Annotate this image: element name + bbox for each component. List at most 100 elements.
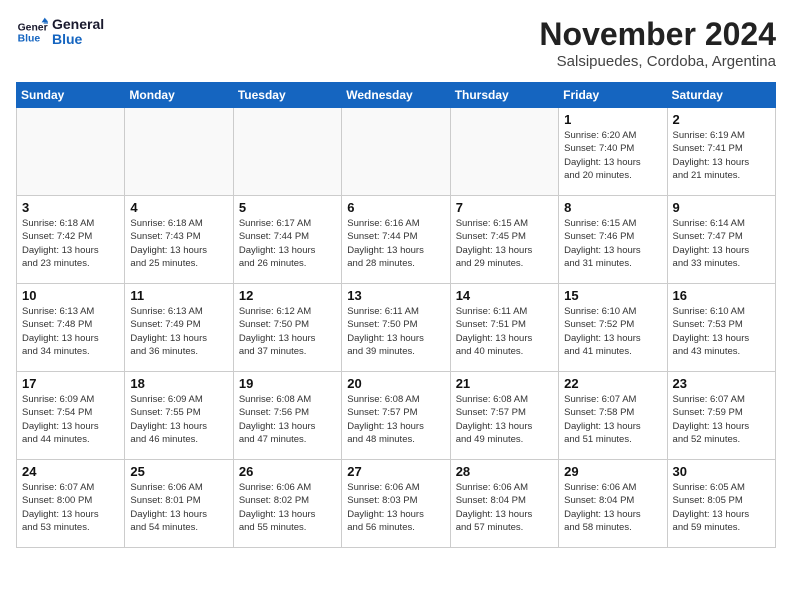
calendar-cell [17, 108, 125, 196]
day-info: Sunrise: 6:19 AM Sunset: 7:41 PM Dayligh… [673, 129, 770, 182]
day-info: Sunrise: 6:08 AM Sunset: 7:57 PM Dayligh… [456, 393, 553, 446]
day-number: 4 [130, 200, 227, 215]
logo-icon: General Blue [16, 16, 48, 48]
col-header-friday: Friday [559, 83, 667, 108]
day-info: Sunrise: 6:10 AM Sunset: 7:53 PM Dayligh… [673, 305, 770, 358]
calendar-cell: 30 Sunrise: 6:05 AM Sunset: 8:05 PM Dayli… [667, 460, 775, 548]
day-info: Sunrise: 6:18 AM Sunset: 7:42 PM Dayligh… [22, 217, 119, 270]
logo-line2: Blue [52, 32, 104, 47]
col-header-monday: Monday [125, 83, 233, 108]
calendar-cell: 7 Sunrise: 6:15 AM Sunset: 7:45 PM Daylig… [450, 196, 558, 284]
calendar-cell: 5 Sunrise: 6:17 AM Sunset: 7:44 PM Daylig… [233, 196, 341, 284]
day-number: 15 [564, 288, 661, 303]
calendar-cell: 1Sunrise: 6:20 AM Sunset: 7:40 PM Daylig… [559, 108, 667, 196]
day-number: 21 [456, 376, 553, 391]
calendar-cell [450, 108, 558, 196]
day-info: Sunrise: 6:07 AM Sunset: 7:58 PM Dayligh… [564, 393, 661, 446]
calendar-cell: 10 Sunrise: 6:13 AM Sunset: 7:48 PM Dayli… [17, 284, 125, 372]
day-number: 2 [673, 112, 770, 127]
day-info: Sunrise: 6:07 AM Sunset: 7:59 PM Dayligh… [673, 393, 770, 446]
calendar-cell: 12Sunrise: 6:12 AM Sunset: 7:50 PM Dayli… [233, 284, 341, 372]
day-number: 24 [22, 464, 119, 479]
day-info: Sunrise: 6:09 AM Sunset: 7:55 PM Dayligh… [130, 393, 227, 446]
calendar-cell: 26 Sunrise: 6:06 AM Sunset: 8:02 PM Dayli… [233, 460, 341, 548]
day-number: 26 [239, 464, 336, 479]
calendar-cell: 28 Sunrise: 6:06 AM Sunset: 8:04 PM Dayli… [450, 460, 558, 548]
calendar-cell: 20Sunrise: 6:08 AM Sunset: 7:57 PM Dayli… [342, 372, 450, 460]
calendar-cell: 27Sunrise: 6:06 AM Sunset: 8:03 PM Dayli… [342, 460, 450, 548]
day-info: Sunrise: 6:06 AM Sunset: 8:02 PM Dayligh… [239, 481, 336, 534]
calendar-cell: 4 Sunrise: 6:18 AM Sunset: 7:43 PM Daylig… [125, 196, 233, 284]
day-info: Sunrise: 6:07 AM Sunset: 8:00 PM Dayligh… [22, 481, 119, 534]
calendar-cell: 16Sunrise: 6:10 AM Sunset: 7:53 PM Dayli… [667, 284, 775, 372]
day-number: 18 [130, 376, 227, 391]
col-header-saturday: Saturday [667, 83, 775, 108]
col-header-wednesday: Wednesday [342, 83, 450, 108]
calendar-cell: 25 Sunrise: 6:06 AM Sunset: 8:01 PM Dayli… [125, 460, 233, 548]
day-number: 10 [22, 288, 119, 303]
day-info: Sunrise: 6:08 AM Sunset: 7:56 PM Dayligh… [239, 393, 336, 446]
day-number: 13 [347, 288, 444, 303]
calendar-week-4: 17 Sunrise: 6:09 AM Sunset: 7:54 PM Dayli… [17, 372, 776, 460]
day-number: 9 [673, 200, 770, 215]
day-info: Sunrise: 6:06 AM Sunset: 8:03 PM Dayligh… [347, 481, 444, 534]
day-info: Sunrise: 6:18 AM Sunset: 7:43 PM Dayligh… [130, 217, 227, 270]
calendar-cell: 13 Sunrise: 6:11 AM Sunset: 7:50 PM Dayli… [342, 284, 450, 372]
calendar-cell: 23 Sunrise: 6:07 AM Sunset: 7:59 PM Dayli… [667, 372, 775, 460]
col-header-tuesday: Tuesday [233, 83, 341, 108]
day-number: 17 [22, 376, 119, 391]
location-subtitle: Salsipuedes, Cordoba, Argentina [539, 53, 776, 70]
calendar-cell: 6Sunrise: 6:16 AM Sunset: 7:44 PM Daylig… [342, 196, 450, 284]
col-header-sunday: Sunday [17, 83, 125, 108]
day-info: Sunrise: 6:06 AM Sunset: 8:01 PM Dayligh… [130, 481, 227, 534]
calendar-week-2: 3 Sunrise: 6:18 AM Sunset: 7:42 PM Daylig… [17, 196, 776, 284]
day-number: 3 [22, 200, 119, 215]
day-number: 1 [564, 112, 661, 127]
calendar-header-row: SundayMondayTuesdayWednesdayThursdayFrid… [17, 83, 776, 108]
day-info: Sunrise: 6:15 AM Sunset: 7:45 PM Dayligh… [456, 217, 553, 270]
day-number: 20 [347, 376, 444, 391]
day-info: Sunrise: 6:10 AM Sunset: 7:52 PM Dayligh… [564, 305, 661, 358]
day-info: Sunrise: 6:09 AM Sunset: 7:54 PM Dayligh… [22, 393, 119, 446]
calendar-cell: 18 Sunrise: 6:09 AM Sunset: 7:55 PM Dayli… [125, 372, 233, 460]
calendar-week-3: 10 Sunrise: 6:13 AM Sunset: 7:48 PM Dayli… [17, 284, 776, 372]
day-info: Sunrise: 6:13 AM Sunset: 7:48 PM Dayligh… [22, 305, 119, 358]
calendar-cell: 21 Sunrise: 6:08 AM Sunset: 7:57 PM Dayli… [450, 372, 558, 460]
calendar-cell [342, 108, 450, 196]
calendar-week-5: 24 Sunrise: 6:07 AM Sunset: 8:00 PM Dayli… [17, 460, 776, 548]
calendar-week-1: 1Sunrise: 6:20 AM Sunset: 7:40 PM Daylig… [17, 108, 776, 196]
day-number: 25 [130, 464, 227, 479]
day-info: Sunrise: 6:14 AM Sunset: 7:47 PM Dayligh… [673, 217, 770, 270]
calendar-table: SundayMondayTuesdayWednesdayThursdayFrid… [16, 82, 776, 548]
logo-line1: General [52, 17, 104, 32]
calendar-cell [233, 108, 341, 196]
day-info: Sunrise: 6:17 AM Sunset: 7:44 PM Dayligh… [239, 217, 336, 270]
calendar-cell: 17 Sunrise: 6:09 AM Sunset: 7:54 PM Dayli… [17, 372, 125, 460]
day-number: 11 [130, 288, 227, 303]
calendar-cell: 2 Sunrise: 6:19 AM Sunset: 7:41 PM Daylig… [667, 108, 775, 196]
day-number: 7 [456, 200, 553, 215]
col-header-thursday: Thursday [450, 83, 558, 108]
calendar-cell: 15 Sunrise: 6:10 AM Sunset: 7:52 PM Dayli… [559, 284, 667, 372]
day-number: 22 [564, 376, 661, 391]
calendar-cell: 11 Sunrise: 6:13 AM Sunset: 7:49 PM Dayli… [125, 284, 233, 372]
calendar-cell [125, 108, 233, 196]
day-number: 23 [673, 376, 770, 391]
page-header: General Blue General Blue November 2024 … [16, 16, 776, 70]
day-number: 29 [564, 464, 661, 479]
svg-text:Blue: Blue [18, 34, 41, 45]
day-number: 30 [673, 464, 770, 479]
day-number: 5 [239, 200, 336, 215]
month-title: November 2024 [539, 16, 776, 53]
day-number: 28 [456, 464, 553, 479]
calendar-cell: 22 Sunrise: 6:07 AM Sunset: 7:58 PM Dayli… [559, 372, 667, 460]
day-info: Sunrise: 6:11 AM Sunset: 7:50 PM Dayligh… [347, 305, 444, 358]
calendar-cell: 24 Sunrise: 6:07 AM Sunset: 8:00 PM Dayli… [17, 460, 125, 548]
day-info: Sunrise: 6:06 AM Sunset: 8:04 PM Dayligh… [564, 481, 661, 534]
day-info: Sunrise: 6:11 AM Sunset: 7:51 PM Dayligh… [456, 305, 553, 358]
day-info: Sunrise: 6:13 AM Sunset: 7:49 PM Dayligh… [130, 305, 227, 358]
calendar-cell: 9 Sunrise: 6:14 AM Sunset: 7:47 PM Daylig… [667, 196, 775, 284]
svg-text:General: General [18, 22, 48, 33]
day-info: Sunrise: 6:05 AM Sunset: 8:05 PM Dayligh… [673, 481, 770, 534]
day-info: Sunrise: 6:06 AM Sunset: 8:04 PM Dayligh… [456, 481, 553, 534]
